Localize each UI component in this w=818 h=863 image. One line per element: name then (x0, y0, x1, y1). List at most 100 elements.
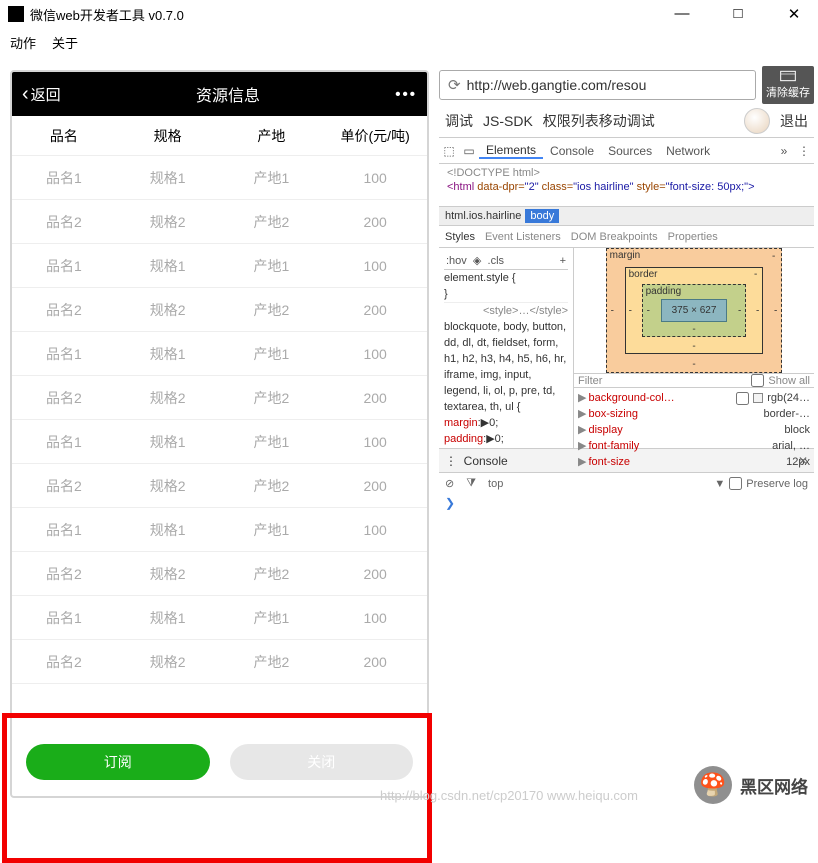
prop-row[interactable]: ▶box-sizingborder-… (578, 406, 810, 422)
close-button[interactable]: 关闭 (230, 744, 414, 780)
table-row[interactable]: 品名2规格2产地2200 (12, 464, 427, 508)
table-row[interactable]: 品名2规格2产地2200 (12, 640, 427, 684)
cell-spec: 规格2 (116, 300, 220, 320)
nav-back-button[interactable]: ‹ 返回 (22, 83, 61, 106)
chevron-left-icon: ‹ (22, 83, 29, 106)
arrow-icon: ▶ (578, 422, 586, 438)
tab-jssdk[interactable]: JS-SDK (483, 113, 533, 129)
table-row[interactable]: 品名2规格2产地2200 (12, 288, 427, 332)
styletab-dom[interactable]: DOM Breakpoints (571, 231, 658, 243)
cell-name: 品名1 (12, 608, 116, 628)
clear-cache-button[interactable]: 清除缓存 (762, 66, 814, 104)
device-icon[interactable]: ▭ (459, 144, 479, 158)
prop-row[interactable]: ▶background-col…rgb(24… (578, 390, 810, 406)
panel-console[interactable]: Console (543, 144, 601, 158)
prop-value: block (784, 422, 810, 438)
clear-console-icon[interactable]: ⊘ (445, 477, 454, 490)
table-body[interactable]: 品名1规格1产地1100品名2规格2产地2200品名1规格1产地1100品名2规… (12, 156, 427, 728)
th-name: 品名 (12, 126, 116, 146)
prop-checkbox[interactable] (736, 392, 749, 405)
html-source[interactable]: <!DOCTYPE html> <html data-dpr="2" class… (439, 164, 814, 206)
styletab-props[interactable]: Properties (668, 231, 718, 243)
hov-button[interactable]: :hov (446, 253, 467, 269)
cell-spec: 规格1 (116, 344, 220, 364)
cell-price: 100 (323, 346, 427, 362)
styletab-styles[interactable]: Styles (445, 231, 475, 243)
css-line: padding:▶0; (444, 431, 568, 447)
panel-network[interactable]: Network (659, 144, 717, 158)
swatch-icon[interactable]: ◈ (473, 253, 481, 269)
computed-props[interactable]: ▶background-col…rgb(24…▶box-sizingborder… (574, 388, 814, 472)
add-rule-button[interactable]: + (560, 253, 566, 269)
table-row[interactable]: 品名2规格2产地2200 (12, 200, 427, 244)
css-rules[interactable]: :hov ◈ .cls + element.style { } <style>…… (439, 248, 574, 448)
cell-spec: 规格2 (116, 476, 220, 496)
cell-name: 品名1 (12, 168, 116, 188)
kebab-icon[interactable]: ⋮ (794, 144, 814, 158)
styletab-listeners[interactable]: Event Listeners (485, 231, 561, 243)
prop-row[interactable]: ▶display block (578, 422, 810, 438)
nav-bar: ‹ 返回 资源信息 ••• (12, 72, 427, 116)
panel-elements[interactable]: Elements (479, 143, 543, 159)
cell-spec: 规格1 (116, 168, 220, 188)
css-line: } (444, 286, 568, 302)
preserve-log-checkbox[interactable] (729, 477, 742, 490)
tab-debug[interactable]: 调试 (445, 111, 473, 131)
drawer-close-button[interactable]: ✕ (798, 454, 808, 468)
url-input[interactable]: ⟳ http://web.gangtie.com/resou (439, 70, 756, 100)
prop-name: background-col… (588, 390, 674, 406)
panel-sources[interactable]: Sources (601, 144, 659, 158)
menu-about[interactable]: 关于 (52, 33, 78, 52)
crumb-selected[interactable]: body (525, 209, 559, 223)
console-label[interactable]: Console (464, 454, 508, 468)
filter-input[interactable]: Filter (578, 375, 602, 387)
cell-name: 品名1 (12, 432, 116, 452)
prop-row[interactable]: ▶font-size12px (578, 454, 810, 470)
inspect-icon[interactable]: ⬚ (439, 144, 459, 158)
cell-price: 100 (323, 610, 427, 626)
chevron-down-icon[interactable]: ▼ (714, 478, 725, 490)
table-row[interactable]: 品名2规格2产地2200 (12, 376, 427, 420)
crumb-root[interactable]: html.ios.hairline (445, 210, 521, 222)
cell-origin: 产地1 (220, 168, 324, 188)
table-row[interactable]: 品名1规格1产地1100 (12, 156, 427, 200)
cell-price: 100 (323, 170, 427, 186)
table-row[interactable]: 品名2规格2产地2200 (12, 552, 427, 596)
cls-button[interactable]: .cls (488, 253, 505, 269)
css-line: blockquote, body, button, dd, dl, dt, fi… (444, 319, 568, 415)
table-row[interactable]: 品名1规格1产地1100 (12, 420, 427, 464)
nav-title: 资源信息 (61, 82, 396, 106)
window-close-button[interactable]: ✕ (778, 5, 810, 23)
showall-checkbox[interactable] (751, 374, 764, 387)
prop-row[interactable]: ▶font-familyarial, … (578, 438, 810, 454)
avatar[interactable] (744, 108, 770, 134)
cell-name: 品名2 (12, 476, 116, 496)
exit-button[interactable]: 退出 (780, 111, 808, 131)
prop-name: display (588, 422, 622, 438)
chevron-right-icon[interactable]: » (774, 144, 794, 158)
context-select[interactable]: top (488, 478, 503, 490)
table-row[interactable]: 品名1规格1产地1100 (12, 596, 427, 640)
th-spec: 规格 (116, 126, 220, 146)
menu-action[interactable]: 动作 (10, 33, 36, 52)
nav-more-button[interactable]: ••• (395, 86, 417, 103)
cell-name: 品名1 (12, 256, 116, 276)
phone-pane: ‹ 返回 资源信息 ••• 品名 规格 产地 单价(元/吨) 品名1规格1产地1… (0, 60, 435, 808)
breadcrumb[interactable]: html.ios.hairline body (439, 206, 814, 226)
tab-mobile[interactable]: 权限列表移动调试 (543, 111, 655, 131)
console-input[interactable]: ❯ (439, 494, 814, 513)
table-row[interactable]: 品名1规格1产地1100 (12, 332, 427, 376)
subscribe-button[interactable]: 订阅 (26, 744, 210, 780)
drawer-kebab-icon[interactable]: ⋮ (445, 454, 457, 468)
window-max-button[interactable]: □ (722, 5, 754, 23)
cell-spec: 规格1 (116, 520, 220, 540)
refresh-icon[interactable]: ⟳ (448, 76, 461, 94)
cell-origin: 产地2 (220, 388, 324, 408)
filter-icon[interactable]: ⧩ (466, 477, 476, 490)
table-row[interactable]: 品名1规格1产地1100 (12, 508, 427, 552)
window-min-button[interactable]: — (666, 5, 698, 23)
table-row[interactable]: 品名1规格1产地1100 (12, 244, 427, 288)
css-line: element.style { (444, 270, 568, 286)
prop-value: border-… (764, 406, 810, 422)
cell-price: 200 (323, 214, 427, 230)
